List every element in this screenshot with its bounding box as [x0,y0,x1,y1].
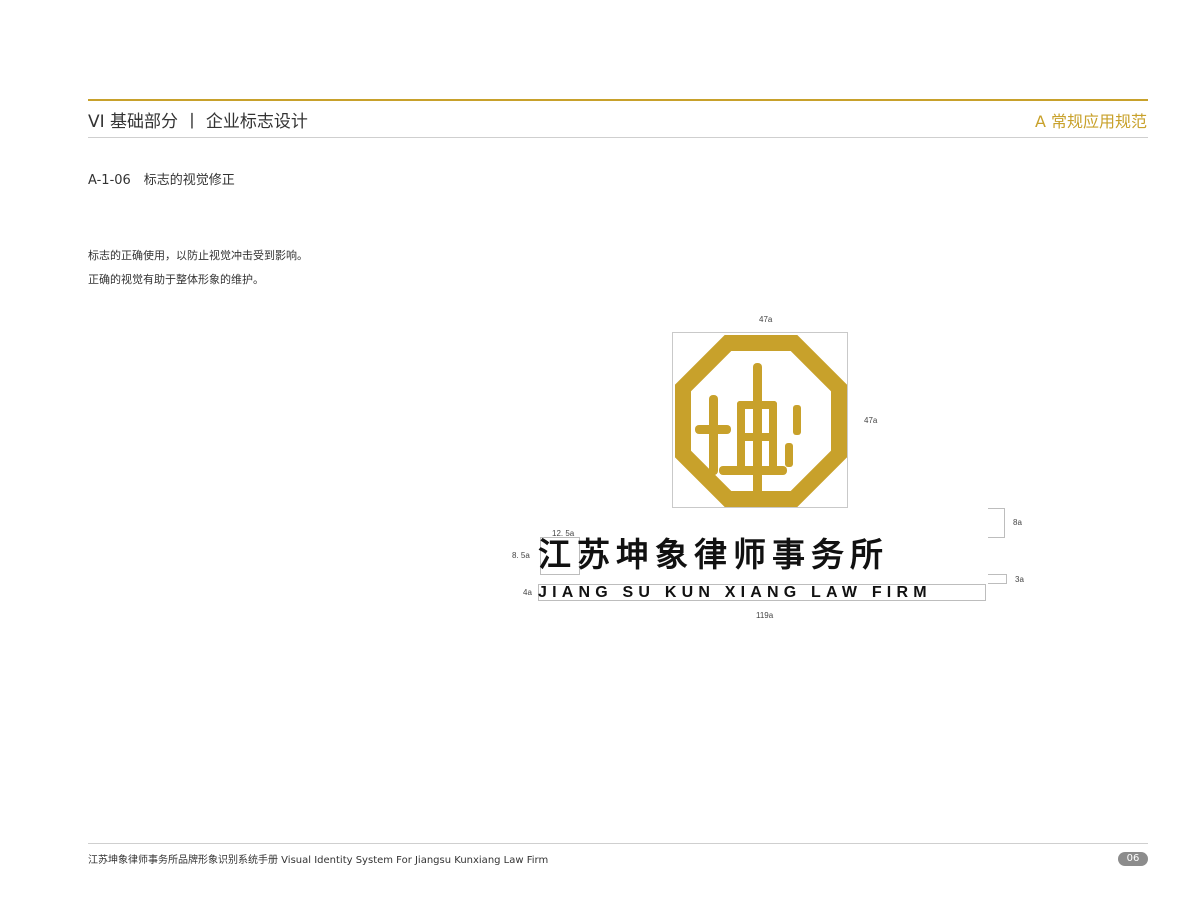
item-heading: A-1-06 标志的视觉修正 [88,173,235,188]
total-width-label: 119a [756,611,774,620]
brand-name-english: JIANG SU KUN XIANG LAW FIRM [538,584,932,601]
footer-caption: 江苏坤象律师事务所品牌形象识别系统手册 Visual Identity Syst… [88,855,549,866]
section-category: A 常规应用规范 [1034,112,1147,131]
brand-name-chinese: 江苏坤象律师事务所 [538,535,889,574]
emblem-width-label: 47a [759,315,773,324]
gap-name-english-label: 3a [1015,575,1024,584]
description-line-2: 正确的视觉有助于整体形象的维护。 [88,273,264,286]
header-gold-rule [88,99,1148,101]
emblem-guide-box [672,332,848,508]
gap-bracket-bottom [988,574,1007,584]
description-line-1: 标志的正确使用，以防止视觉冲击受到影响。 [88,249,308,262]
emblem-logo [675,335,847,507]
header-grey-rule [88,137,1148,138]
page-number-badge: 06 [1118,852,1148,866]
gap-emblem-name-label: 8a [1013,518,1022,527]
section-title: VI 基础部分 丨 企业标志设计 [88,112,308,132]
emblem-height-label: 47a [864,416,878,425]
gap-bracket-top [988,508,1005,538]
footer-rule [88,843,1148,844]
char-height-label: 8. 5a [512,551,530,560]
english-height-label: 4a [523,588,532,597]
